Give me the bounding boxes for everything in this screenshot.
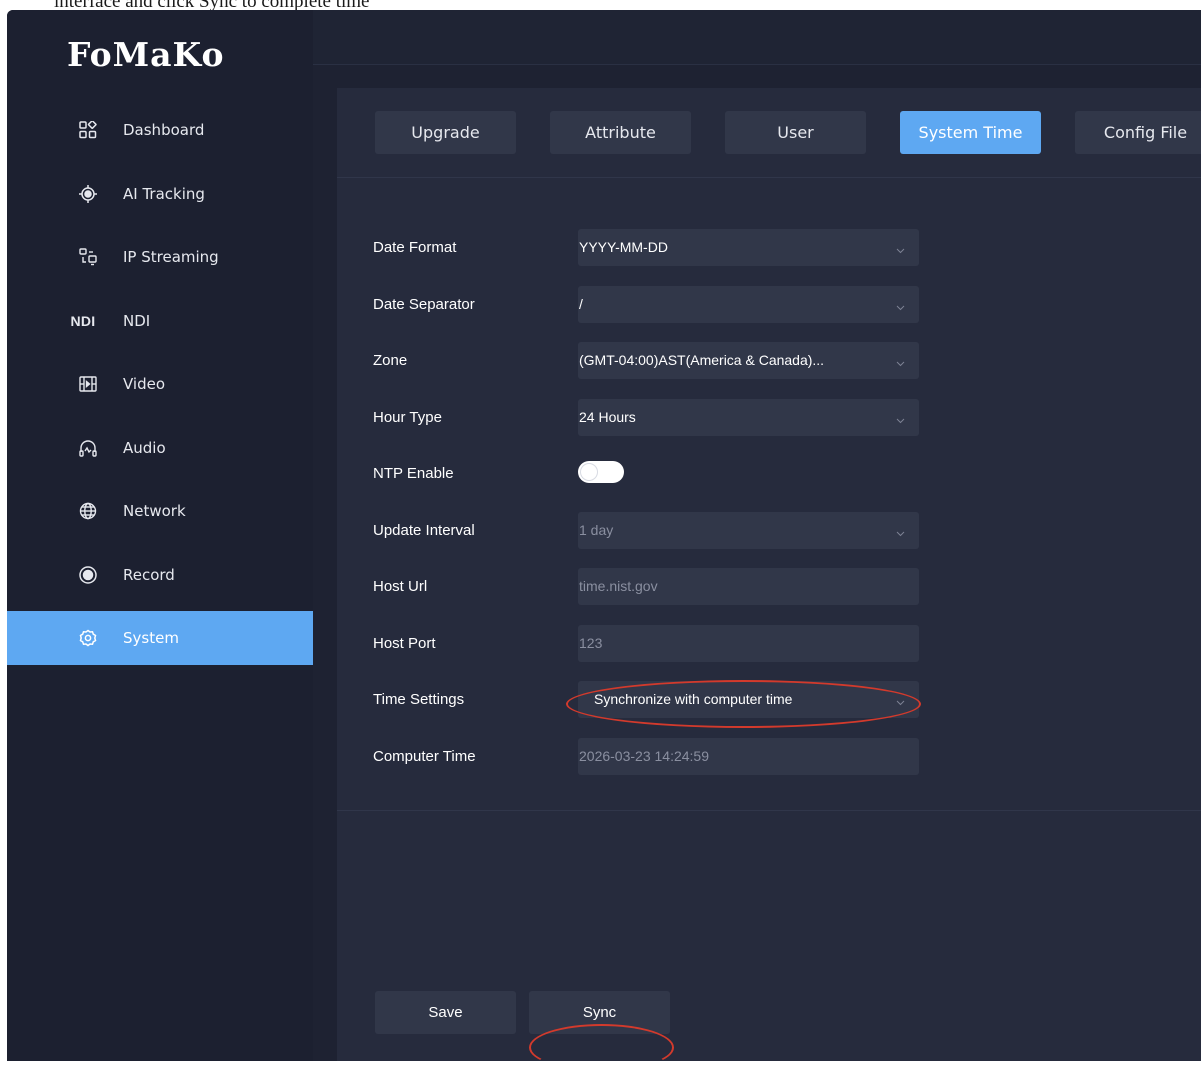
- sidebar-item-label: Network: [123, 502, 186, 520]
- date-format-label: Date Format: [373, 239, 457, 256]
- host-port-row: Host Port 123: [337, 625, 1201, 665]
- sidebar-item-label: Dashboard: [123, 121, 205, 139]
- zone-value: (GMT-04:00)AST(America & Canada)...: [579, 352, 825, 368]
- globe-icon: [79, 502, 97, 520]
- sidebar-item-audio[interactable]: Audio: [7, 421, 313, 475]
- dashboard-icon: [79, 121, 97, 139]
- sidebar-item-video[interactable]: Video: [7, 357, 313, 411]
- time-settings-row: Time Settings Synchronize with computer …: [337, 681, 1201, 721]
- save-button[interactable]: Save: [375, 991, 516, 1034]
- toggle-knob: [581, 464, 597, 480]
- host-url-value: time.nist.gov: [579, 578, 658, 594]
- chevron-down-icon: [895, 524, 906, 537]
- host-url-label: Host Url: [373, 578, 428, 595]
- date-separator-value: /: [579, 296, 583, 312]
- computer-time-label: Computer Time: [373, 748, 476, 765]
- sidebar-item-label: AI Tracking: [123, 185, 205, 203]
- sidebar-item-network[interactable]: Network: [7, 484, 313, 538]
- app-window: FoMaKo Dashboard AI Tracking IP Streamin…: [7, 10, 1201, 1061]
- tab-upgrade[interactable]: Upgrade: [375, 111, 516, 154]
- date-separator-select[interactable]: /: [578, 286, 919, 323]
- update-interval-row: Update Interval 1 day: [337, 512, 1201, 552]
- sidebar-item-ip-streaming[interactable]: IP Streaming: [7, 230, 313, 284]
- hour-type-value: 24 Hours: [579, 409, 636, 425]
- chevron-down-icon: [895, 241, 906, 254]
- sidebar-item-ndi[interactable]: NDI NDI: [7, 294, 313, 348]
- record-icon: [79, 566, 97, 584]
- time-settings-label: Time Settings: [373, 691, 465, 708]
- tab-attribute[interactable]: Attribute: [550, 111, 691, 154]
- date-format-value: YYYY-MM-DD: [579, 239, 668, 255]
- sidebar: FoMaKo Dashboard AI Tracking IP Streamin…: [7, 10, 313, 1061]
- zone-label: Zone: [373, 352, 408, 369]
- top-bar: [313, 10, 1201, 65]
- date-separator-label: Date Separator: [373, 296, 475, 313]
- chevron-down-icon: [895, 298, 906, 311]
- host-url-row: Host Url time.nist.gov: [337, 568, 1201, 608]
- footer-bar: Save Sync: [337, 810, 1201, 1061]
- chevron-down-icon: [895, 354, 906, 367]
- sidebar-item-label: NDI: [123, 312, 151, 330]
- ntp-enable-label: NTP Enable: [373, 465, 454, 482]
- hour-type-row: Hour Type 24 Hours: [337, 399, 1201, 439]
- zone-row: Zone (GMT-04:00)AST(America & Canada)...: [337, 342, 1201, 382]
- host-port-input[interactable]: 123: [578, 625, 919, 662]
- sidebar-item-label: Video: [123, 375, 166, 393]
- sidebar-item-label: IP Streaming: [123, 248, 219, 266]
- tab-bar: Upgrade Attribute User System Time Confi…: [337, 88, 1201, 178]
- computer-time-value: 2026-03-23 14:24:59: [579, 748, 709, 764]
- tab-config-file[interactable]: Config File: [1075, 111, 1201, 154]
- date-separator-row: Date Separator /: [337, 286, 1201, 326]
- computer-time-row: Computer Time 2026-03-23 14:24:59: [337, 738, 1201, 778]
- chevron-down-icon: [895, 411, 906, 424]
- hour-type-select[interactable]: 24 Hours: [578, 399, 919, 436]
- ntp-enable-row: NTP Enable: [337, 455, 1201, 495]
- zone-select[interactable]: (GMT-04:00)AST(America & Canada)...: [578, 342, 919, 379]
- computer-time-field: 2026-03-23 14:24:59: [578, 738, 919, 775]
- audio-icon: [79, 439, 97, 457]
- tab-user[interactable]: User: [725, 111, 866, 154]
- sidebar-item-system[interactable]: System: [7, 611, 313, 665]
- date-format-row: Date Format YYYY-MM-DD: [337, 229, 1201, 269]
- gear-icon: [79, 629, 97, 647]
- time-settings-select[interactable]: Synchronize with computer time: [578, 681, 919, 718]
- sidebar-item-ai-tracking[interactable]: AI Tracking: [7, 167, 313, 221]
- host-port-value: 123: [579, 635, 603, 651]
- sidebar-item-label: Record: [123, 566, 175, 584]
- time-settings-value: Synchronize with computer time: [594, 691, 793, 707]
- main-panel: Upgrade Attribute User System Time Confi…: [337, 88, 1201, 1061]
- tab-system-time[interactable]: System Time: [900, 111, 1041, 154]
- brand-logo: FoMaKo: [67, 35, 225, 74]
- date-format-select[interactable]: YYYY-MM-DD: [578, 229, 919, 266]
- host-port-label: Host Port: [373, 635, 436, 652]
- ip-streaming-icon: [79, 248, 97, 266]
- update-interval-label: Update Interval: [373, 522, 475, 539]
- host-url-input[interactable]: time.nist.gov: [578, 568, 919, 605]
- sidebar-item-record[interactable]: Record: [7, 548, 313, 602]
- ndi-icon: NDI: [70, 313, 96, 329]
- sidebar-item-dashboard[interactable]: Dashboard: [7, 103, 313, 157]
- sidebar-item-label: System: [123, 629, 179, 647]
- update-interval-select[interactable]: 1 day: [578, 512, 919, 549]
- ntp-enable-toggle[interactable]: [578, 461, 624, 483]
- hour-type-label: Hour Type: [373, 409, 442, 426]
- sync-button[interactable]: Sync: [529, 991, 670, 1034]
- chevron-down-icon: [895, 693, 906, 706]
- update-interval-value: 1 day: [579, 522, 614, 538]
- target-icon: [79, 185, 97, 203]
- sidebar-item-label: Audio: [123, 439, 166, 457]
- video-icon: [79, 375, 97, 393]
